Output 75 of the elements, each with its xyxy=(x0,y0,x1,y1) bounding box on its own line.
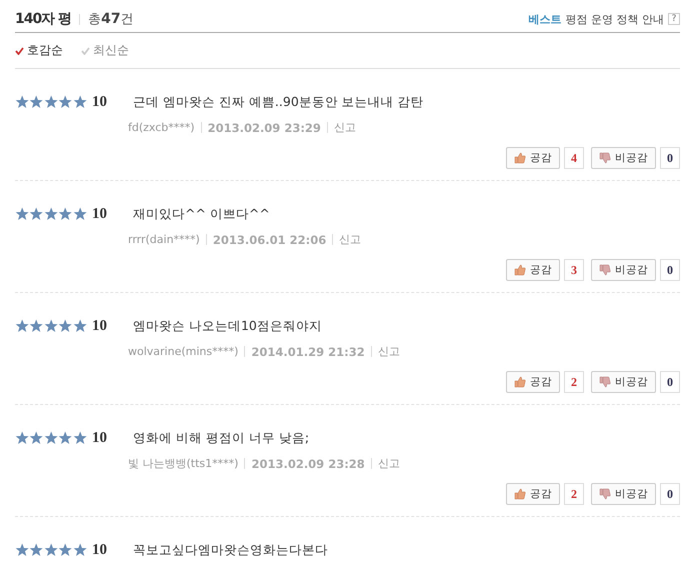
author-name: 빛 나는뱅뱅(tts1****) xyxy=(128,456,238,471)
section-title: 140자 평 xyxy=(15,10,72,28)
review-date: 2013.02.09 23:29 xyxy=(208,120,321,134)
star-icon xyxy=(29,543,44,557)
dislike-count: 0 xyxy=(660,259,680,281)
review-date: 2013.06.01 22:06 xyxy=(212,232,326,246)
rating-score: 10 xyxy=(92,318,108,334)
star-icon xyxy=(58,431,73,445)
help-icon[interactable]: ? xyxy=(668,13,680,25)
like-count: 2 xyxy=(564,483,584,505)
star-icon xyxy=(15,95,30,109)
thumbs-up-icon xyxy=(514,152,526,164)
author-name: wolvarine(mins****) xyxy=(128,345,238,358)
like-count: 2 xyxy=(564,371,584,393)
star-icon xyxy=(29,431,44,445)
thumbs-up-icon xyxy=(514,264,526,276)
dislike-button[interactable]: 비공감 xyxy=(591,371,656,393)
star-icon xyxy=(15,319,30,333)
dislike-button[interactable]: 비공감 xyxy=(591,483,656,505)
star-icon xyxy=(15,543,30,557)
star-icon xyxy=(58,95,73,109)
policy-link[interactable]: 베스트 평점 운영 정책 안내 xyxy=(528,12,664,26)
star-icon xyxy=(44,207,58,221)
dislike-count: 0 xyxy=(660,371,680,393)
review-date: 2013.02.09 23:28 xyxy=(251,456,365,470)
thumbs-down-icon xyxy=(599,488,611,500)
star-icon xyxy=(15,431,30,445)
star-icon xyxy=(58,543,73,557)
thumbs-up-icon xyxy=(514,488,526,500)
check-icon xyxy=(15,46,24,54)
star-icon xyxy=(44,95,58,109)
check-icon xyxy=(81,46,90,54)
thumbs-down-icon xyxy=(599,376,611,388)
thumbs-up-icon xyxy=(514,376,526,388)
thumbs-down-icon xyxy=(599,152,611,164)
author-name: fd(zxcb****) xyxy=(128,121,195,134)
star-icon xyxy=(29,95,44,109)
star-icon xyxy=(29,207,44,221)
star-icon xyxy=(72,431,88,445)
star-icon xyxy=(72,95,88,109)
rating-score: 10 xyxy=(92,542,108,558)
review-text: 근데 엠마왓슨 진짜 예쁨..90분동안 보는내내 감탄 xyxy=(133,94,424,110)
star-icon xyxy=(44,431,58,445)
review-date: 2014.01.29 21:32 xyxy=(251,344,365,358)
star-icon xyxy=(58,207,73,221)
dislike-count: 0 xyxy=(660,147,680,169)
like-button[interactable]: 공감 xyxy=(506,371,560,393)
rating-score: 10 xyxy=(92,94,108,110)
star-icon xyxy=(72,207,88,221)
star-icon xyxy=(29,319,44,333)
star-icon xyxy=(72,543,88,557)
review-text: 영화에 비해 평점이 너무 낮음; xyxy=(133,430,310,446)
rating-score: 10 xyxy=(92,206,108,222)
like-count: 3 xyxy=(564,259,584,281)
rating-score: 10 xyxy=(92,430,108,446)
star-icon xyxy=(58,319,73,333)
dislike-button[interactable]: 비공감 xyxy=(591,147,656,169)
like-button[interactable]: 공감 xyxy=(506,483,560,505)
like-button[interactable]: 공감 xyxy=(506,147,560,169)
like-count: 4 xyxy=(564,147,584,169)
sort-option[interactable]: 호감순 xyxy=(15,42,63,59)
sort-option[interactable]: 최신순 xyxy=(81,42,129,59)
like-button[interactable]: 공감 xyxy=(506,259,560,281)
star-icon xyxy=(15,207,30,221)
review-text: 엠마왓슨 나오는데10점은줘야지 xyxy=(133,318,322,334)
total-count: 총47건 xyxy=(88,10,134,28)
thumbs-down-icon xyxy=(599,264,611,276)
dislike-count: 0 xyxy=(660,483,680,505)
dislike-button[interactable]: 비공감 xyxy=(591,259,656,281)
review-text: 꼭보고싶다엠마왓슨영화는다본다 xyxy=(133,542,328,558)
star-icon xyxy=(72,319,88,333)
star-icon xyxy=(44,543,58,557)
review-text: 재미있다^^ 이쁘다^^ xyxy=(133,206,270,222)
author-name: rrrr(dain****) xyxy=(128,233,200,246)
star-icon xyxy=(44,319,58,333)
